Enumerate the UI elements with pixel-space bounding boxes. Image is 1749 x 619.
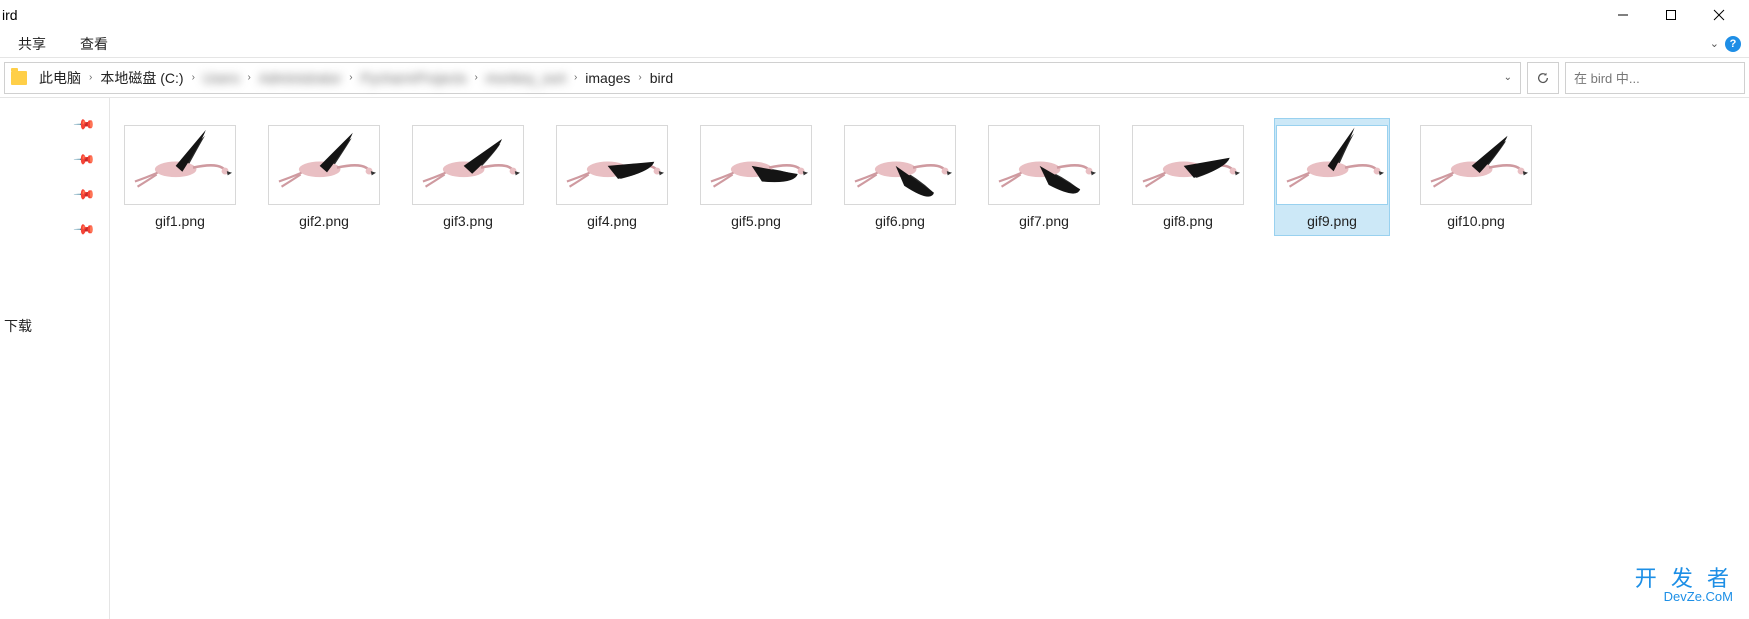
file-name: gif2.png <box>299 213 349 229</box>
file-name: gif7.png <box>1019 213 1069 229</box>
sidebar: 📌 📌 📌 📌 下载 <box>0 98 110 619</box>
watermark-line1: 开 发 者 <box>1635 568 1733 590</box>
search-input[interactable]: 在 bird 中... <box>1565 62 1745 94</box>
file-item[interactable]: gif10.png <box>1418 118 1534 236</box>
file-name: gif8.png <box>1163 213 1213 229</box>
close-button[interactable] <box>1709 5 1729 25</box>
file-item[interactable]: gif4.png <box>554 118 670 236</box>
chevron-right-icon: › <box>474 72 477 83</box>
breadcrumb-dropdown-icon[interactable]: ⌄ <box>1504 72 1512 83</box>
ribbon-tab-share[interactable]: 共享 <box>18 34 46 54</box>
main-area: 📌 📌 📌 📌 下载 gif1.png gif2.png gif3.png <box>0 98 1749 619</box>
file-thumbnail <box>1420 125 1532 205</box>
file-item[interactable]: gif3.png <box>410 118 526 236</box>
pin-icon[interactable]: 📌 <box>72 182 96 206</box>
breadcrumb[interactable]: 此电脑›本地磁盘 (C:)›Users›Administrator›Pychar… <box>4 62 1521 94</box>
chevron-right-icon: › <box>349 72 352 83</box>
watermark-line2: DevZe.CoM <box>1635 590 1733 603</box>
file-name: gif9.png <box>1307 213 1357 229</box>
file-thumbnail <box>988 125 1100 205</box>
file-item[interactable]: gif9.png <box>1274 118 1390 236</box>
file-thumbnail <box>268 125 380 205</box>
file-item[interactable]: gif6.png <box>842 118 958 236</box>
ribbon-chevron-icon[interactable]: ⌄ <box>1710 37 1719 50</box>
watermark: 开 发 者 DevZe.CoM <box>1635 568 1733 603</box>
titlebar: ird <box>0 0 1749 30</box>
file-thumbnail <box>700 125 812 205</box>
file-name: gif1.png <box>155 213 205 229</box>
chevron-right-icon: › <box>247 72 250 83</box>
breadcrumb-item[interactable]: PycharmProjects <box>357 68 471 88</box>
ribbon: 共享 查看 ⌄ ? <box>0 30 1749 58</box>
file-name: gif5.png <box>731 213 781 229</box>
chevron-right-icon: › <box>192 72 195 83</box>
search-placeholder: 在 bird 中... <box>1574 68 1640 87</box>
file-item[interactable]: gif2.png <box>266 118 382 236</box>
help-icon[interactable]: ? <box>1725 36 1741 52</box>
file-item[interactable]: gif5.png <box>698 118 814 236</box>
file-name: gif3.png <box>443 213 493 229</box>
breadcrumb-item[interactable]: Administrator <box>255 68 345 88</box>
file-thumbnail <box>1276 125 1388 205</box>
addressbar: 此电脑›本地磁盘 (C:)›Users›Administrator›Pychar… <box>0 58 1749 98</box>
file-name: gif4.png <box>587 213 637 229</box>
pin-icon[interactable]: 📌 <box>72 217 96 241</box>
files-grid: gif1.png gif2.png gif3.png gif4.png <box>110 98 1749 619</box>
file-thumbnail <box>1132 125 1244 205</box>
file-item[interactable]: gif7.png <box>986 118 1102 236</box>
pin-icon[interactable]: 📌 <box>72 147 96 171</box>
pin-icon[interactable]: 📌 <box>72 112 96 136</box>
file-thumbnail <box>412 125 524 205</box>
file-name: gif10.png <box>1447 213 1505 229</box>
breadcrumb-item[interactable]: Users <box>199 68 244 88</box>
window-title: ird <box>2 7 18 23</box>
sidebar-item-downloads[interactable]: 下载 <box>0 316 32 336</box>
file-thumbnail <box>124 125 236 205</box>
breadcrumb-item[interactable]: images <box>581 68 634 88</box>
file-item[interactable]: gif8.png <box>1130 118 1246 236</box>
chevron-right-icon: › <box>89 72 92 83</box>
breadcrumb-item[interactable]: bird <box>646 68 677 88</box>
chevron-right-icon: › <box>638 72 641 83</box>
ribbon-right: ⌄ ? <box>1710 36 1741 52</box>
breadcrumb-item[interactable]: monkey_sort <box>482 68 570 88</box>
breadcrumb-item[interactable]: 本地磁盘 (C:) <box>96 66 187 90</box>
window-controls <box>1613 5 1749 25</box>
ribbon-tab-view[interactable]: 查看 <box>80 34 108 54</box>
maximize-button[interactable] <box>1661 5 1681 25</box>
folder-icon <box>11 71 27 85</box>
file-thumbnail <box>556 125 668 205</box>
file-name: gif6.png <box>875 213 925 229</box>
refresh-button[interactable] <box>1527 62 1559 94</box>
breadcrumb-item[interactable]: 此电脑 <box>35 66 85 90</box>
minimize-button[interactable] <box>1613 5 1633 25</box>
chevron-right-icon: › <box>574 72 577 83</box>
file-thumbnail <box>844 125 956 205</box>
file-item[interactable]: gif1.png <box>122 118 238 236</box>
